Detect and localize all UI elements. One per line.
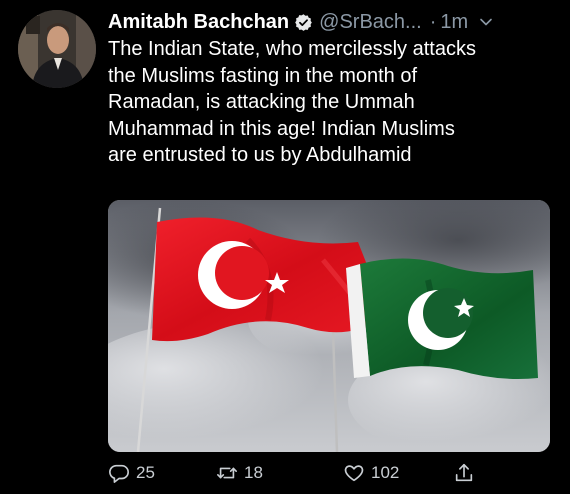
reply-button[interactable]: 25 xyxy=(108,462,155,484)
avatar-photo xyxy=(18,10,96,88)
retweet-icon xyxy=(217,467,237,479)
separator-dot: · xyxy=(429,10,437,33)
tweet-text-line: Ramadan, is attacking the Ummah xyxy=(108,91,415,113)
tweet[interactable]: Amitabh Bachchan @SrBach... · 1m The Ind… xyxy=(0,0,570,494)
flags-image xyxy=(108,200,550,452)
tweet-actions: 25 18 102 xyxy=(108,458,560,490)
chevron-down-icon[interactable] xyxy=(479,15,493,29)
reply-icon xyxy=(109,464,129,483)
verified-badge-icon xyxy=(294,13,313,32)
heart-icon xyxy=(344,465,364,482)
display-name[interactable]: Amitabh Bachchan xyxy=(108,11,289,34)
retweet-button[interactable]: 18 xyxy=(216,462,263,484)
timestamp[interactable]: 1m xyxy=(440,11,468,34)
tweet-text-line: are entrusted to us by Abdulhamid xyxy=(108,144,412,166)
tweet-text-line: Muhammad in this age! Indian Muslims xyxy=(108,117,455,140)
user-handle[interactable]: @SrBach... xyxy=(319,11,422,34)
tweet-text-line: The Indian State, who mercilessly attack… xyxy=(108,38,476,60)
like-button[interactable]: 102 xyxy=(343,462,399,484)
tweet-header: Amitabh Bachchan @SrBach... · 1m xyxy=(108,8,556,36)
share-button[interactable] xyxy=(453,462,481,484)
tweet-text-line: the Muslims fasting in the month of xyxy=(108,64,418,87)
tweet-text: The Indian State, who mercilessly attack… xyxy=(108,36,560,169)
retweet-count: 18 xyxy=(244,463,263,482)
like-count: 102 xyxy=(371,463,400,482)
share-icon xyxy=(455,463,473,482)
reply-count: 25 xyxy=(136,463,155,482)
avatar[interactable] xyxy=(18,10,96,88)
tweet-media-image[interactable] xyxy=(108,200,550,452)
